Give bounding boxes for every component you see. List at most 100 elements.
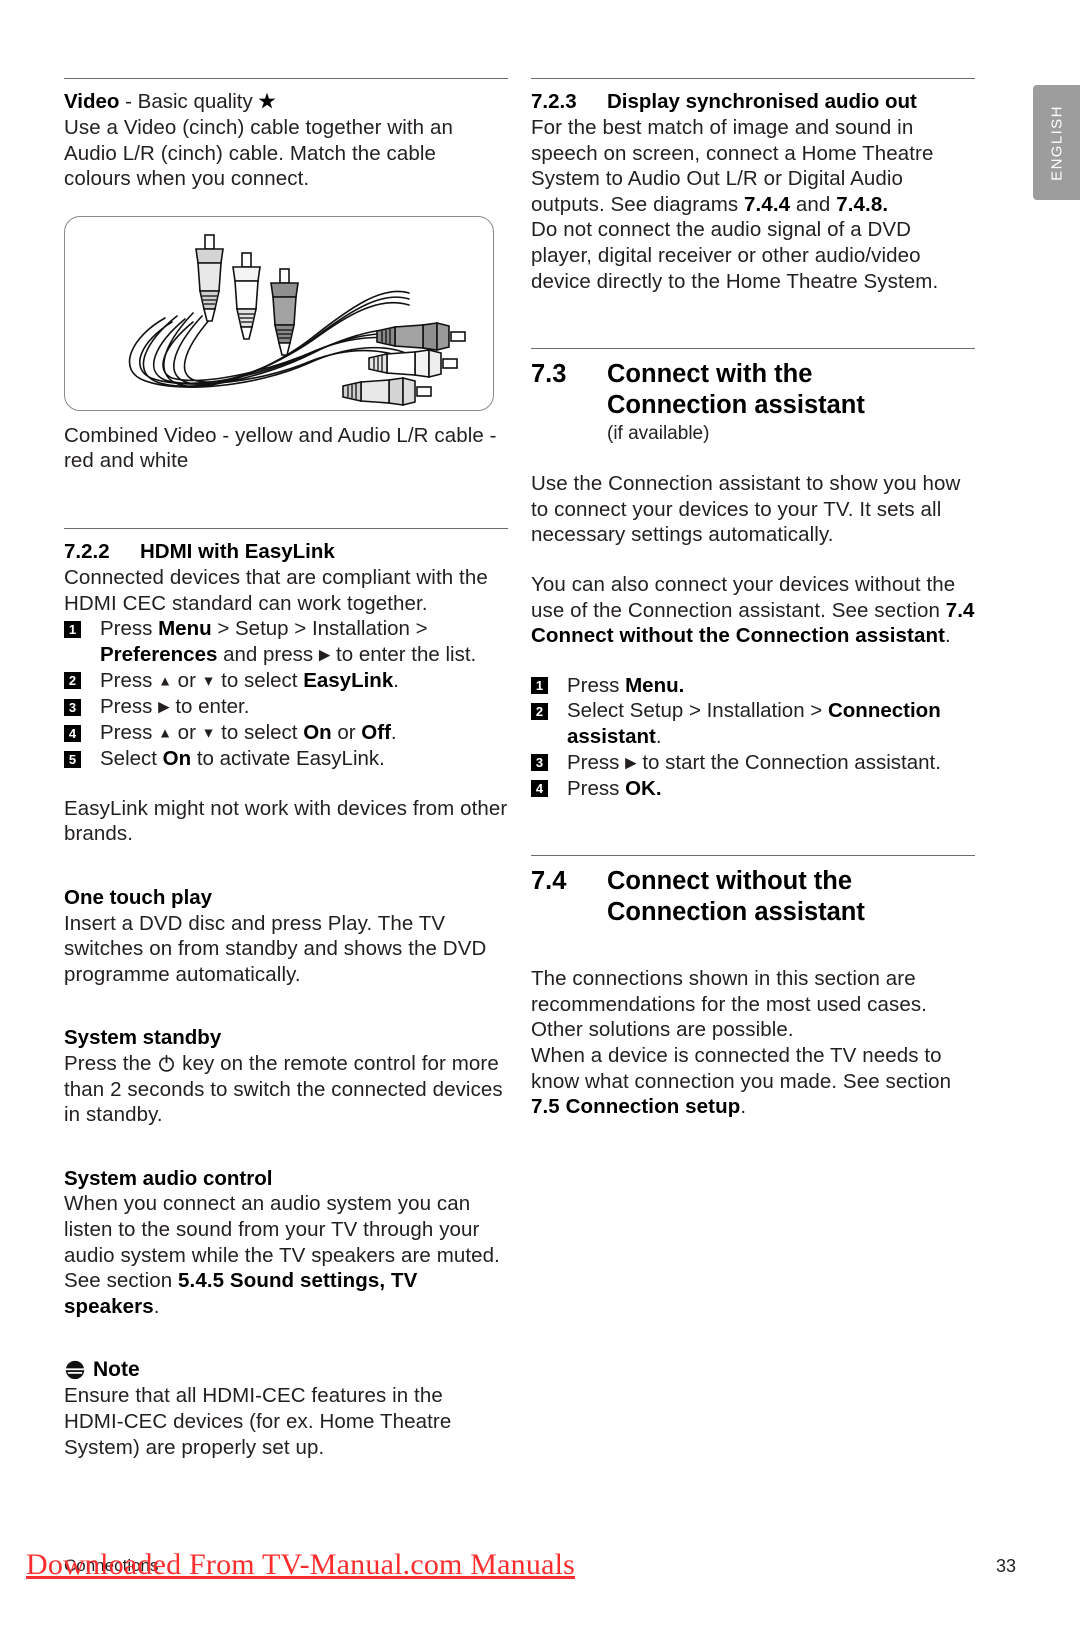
list-item: 4 Press OK. [531, 776, 975, 802]
section-73-para2-a: You can also connect your devices withou… [531, 572, 956, 622]
hdmi-section-number: 7.2.2 [64, 540, 110, 564]
star-icon: ★ [258, 91, 276, 113]
list-item: 1 Press Menu > Setup > Installation > Pr… [64, 616, 508, 668]
audio-out-paragraph-2: Do not connect the audio signal of a DVD… [531, 218, 939, 293]
list-item: 4 Press ▲ or ▼ to select On or Off. [64, 720, 508, 746]
left-column: Video - Basic quality ★ Use a Video (cin… [64, 78, 508, 1460]
section-74-heading: 7.4 Connect without the Connection assis… [531, 866, 975, 928]
section-73-number: 7.3 [531, 360, 567, 389]
section-73-ref-title: Connect without the Connection assistant [531, 624, 946, 648]
audio-out-paragraph-1: For the best match of image and sound in… [531, 115, 975, 217]
footer-page-number: 33 [995, 1556, 1016, 1576]
step-badge-4: 4 [64, 724, 81, 742]
audio-out-section-heading: 7.2.3 Display synchronised audio out [531, 89, 975, 115]
step-text-4: Press ▲ or ▼ to select On or Off. [100, 721, 397, 745]
audio-out-para1-mid: and [790, 192, 837, 216]
cable-figure [64, 215, 494, 411]
system-standby-heading: System standby [64, 1026, 222, 1050]
section-73-para2-end: . [945, 624, 951, 648]
arrow-right-icon: ▶ [625, 754, 637, 771]
section-rule-audio-out [531, 78, 975, 79]
step-badge-1: 1 [531, 677, 548, 695]
list-item: 2 Select Setup > Installation > Connecti… [531, 698, 975, 749]
step-badge-4: 4 [531, 780, 548, 798]
rca-plug-light-grey-right [342, 376, 432, 406]
step-badge-2: 2 [64, 672, 81, 690]
note-heading: Note [64, 1357, 508, 1383]
section-74-para2-end: . [740, 1095, 747, 1119]
language-side-tab: ENGLISH [1033, 85, 1080, 200]
language-side-tab-label: ENGLISH [1048, 104, 1065, 181]
arrow-down-icon: ▼ [201, 672, 216, 689]
section-73-heading: 7.3 Connect with the Connection assistan… [531, 359, 975, 447]
video-heading-rest: - Basic quality [119, 90, 259, 113]
rca-plug-dark-grey-right [376, 321, 466, 351]
section-rule-74 [531, 855, 975, 857]
arrow-up-icon: ▲ [158, 724, 172, 741]
system-standby-body: Press the key on the remote control for … [64, 1051, 508, 1128]
step-text-2: Press ▲ or ▼ to select EasyLink. [100, 668, 399, 692]
easylink-brand-note: EasyLink might not work with devices fro… [64, 796, 508, 846]
section-rule-73 [531, 348, 975, 350]
list-item: 3 Press ▶ to enter. [64, 694, 508, 720]
step-text-3: Press ▶ to enter. [100, 695, 250, 719]
hdmi-intro-text: Connected devices that are compliant wit… [64, 566, 488, 615]
section-73-step-list: 1 Press Menu. 2 Select Setup > Installat… [531, 673, 975, 801]
arrow-up-icon: ▲ [158, 672, 172, 689]
download-watermark: Downloaded From TV-Manual.com Manuals [26, 1548, 575, 1581]
section-73-paragraph-1: Use the Connection assistant to show you… [531, 472, 961, 547]
manual-page: ENGLISH Video - Basic quality ★ Use a Vi… [0, 0, 1080, 1627]
step-badge-2: 2 [531, 702, 548, 720]
one-touch-play-heading: One touch play [64, 886, 213, 909]
section-73-title: Connect with the Connection assistant (i… [607, 359, 975, 447]
arrow-down-icon: ▼ [201, 724, 216, 741]
right-column: 7.2.3 Display synchronised audio out For… [531, 78, 975, 1120]
video-body-text: Use a Video (cinch) cable together with … [64, 116, 453, 191]
rca-plug-dark-grey-top [270, 268, 299, 356]
step-badge-1: 1 [64, 620, 81, 638]
section-74-title: Connect without the Connection assistant [607, 866, 975, 928]
note-heading-label: Note [93, 1358, 140, 1382]
list-item: 1 Press Menu. [531, 673, 975, 699]
section-74-ref-75: 7.5 [531, 1095, 560, 1119]
video-heading-bold: Video [64, 90, 120, 113]
list-item: 3 Press ▶ to start the Connection assist… [531, 750, 975, 776]
audio-out-ref-744: 7.4.4 [744, 192, 791, 216]
arrow-right-icon: ▶ [318, 646, 331, 664]
section-74-title-line1: Connect without the [607, 867, 853, 896]
audio-out-ref-748: 7.4.8. [836, 192, 889, 216]
section-74-paragraph-1: The connections shown in this section ar… [531, 967, 927, 1042]
step-badge-3: 3 [64, 698, 81, 716]
hdmi-step-list: 1 Press Menu > Setup > Installation > Pr… [64, 616, 508, 772]
rca-plug-white-right [368, 348, 458, 378]
section-73-subtitle: (if available) [607, 423, 710, 445]
section-73-title-line1: Connect with the [607, 360, 813, 389]
system-audio-control-body-end: . [153, 1294, 160, 1318]
rca-plug-white-top [232, 252, 261, 340]
rca-cable-illustration [128, 234, 466, 406]
step-text-4: Press OK. [567, 776, 662, 800]
audio-out-section-title: Display synchronised audio out [607, 90, 917, 113]
one-touch-play-body: Insert a DVD disc and press Play. The TV… [64, 911, 487, 986]
system-audio-control-body: When you connect an audio system you can… [64, 1191, 508, 1319]
step-badge-5: 5 [64, 750, 81, 768]
system-audio-control-heading: System audio control [64, 1166, 273, 1190]
section-73-ref-74: 7.4 [945, 598, 975, 622]
section-74-paragraph-2: When a device is connected the TV needs … [531, 1043, 975, 1120]
section-rule-hdmi [64, 528, 508, 530]
step-text-5: Select On to activate EasyLink. [100, 747, 385, 771]
list-item: 2 Press ▲ or ▼ to select EasyLink. [64, 668, 508, 694]
section-74-number: 7.4 [531, 867, 567, 896]
section-73-title-line2: Connection assistant [607, 391, 865, 420]
note-icon [64, 1359, 86, 1381]
section-74-para2-a: When a device is connected the TV needs … [531, 1043, 952, 1093]
rca-plug-light-grey-top [195, 234, 224, 322]
note-body: Ensure that all HDMI-CEC features in the… [64, 1384, 452, 1459]
power-standby-icon [157, 1054, 176, 1073]
section-73-paragraph-2: You can also connect your devices withou… [531, 572, 975, 649]
hdmi-section-title: HDMI with EasyLink [140, 540, 335, 564]
system-standby-body-pre: Press the [64, 1051, 158, 1075]
video-heading: Video - Basic quality ★ [64, 89, 508, 115]
section-74-ref-title: Connection setup [565, 1095, 741, 1119]
step-text-1: Press Menu. [567, 673, 685, 697]
